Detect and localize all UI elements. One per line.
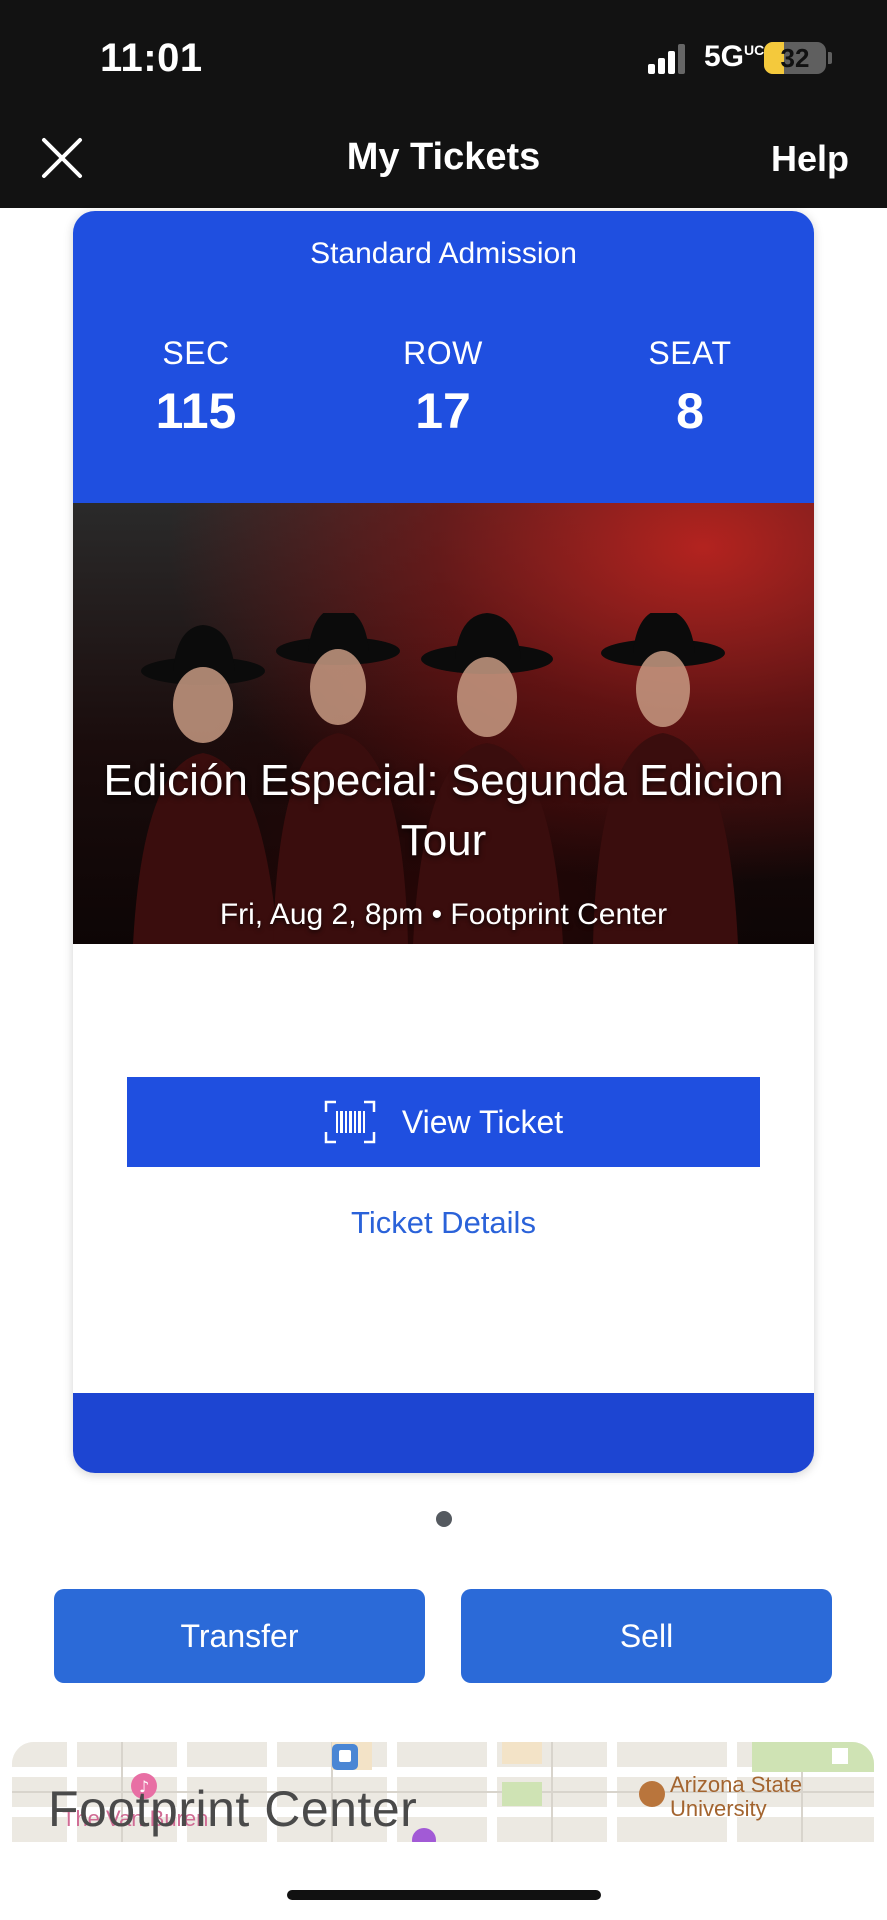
- battery-cap: [828, 52, 832, 64]
- seat-value: 8: [676, 383, 704, 439]
- map-poi-asu-2: University: [670, 1796, 767, 1821]
- event-banner-image: Edición Especial: Segunda Edicion Tour F…: [73, 503, 814, 944]
- sell-label: Sell: [619, 1617, 674, 1654]
- transfer-label: Transfer: [180, 1617, 299, 1654]
- ticket-card: Standard Admission SEC 115 ROW 17 SEAT 8: [73, 211, 814, 1473]
- signal-bars-icon: [648, 44, 685, 74]
- barcode-scan-icon: [324, 1100, 376, 1144]
- nav-bar: My Tickets Help: [0, 110, 887, 208]
- transfer-button[interactable]: Transfer: [54, 1589, 425, 1683]
- help-button[interactable]: Help: [771, 138, 849, 180]
- section-label: SEC: [162, 335, 230, 371]
- map-venue-label: Footprint Center: [48, 1781, 418, 1837]
- home-indicator[interactable]: [287, 1890, 601, 1900]
- row-label: ROW: [403, 335, 483, 371]
- section-value: 115: [155, 383, 237, 439]
- seat-label: SEAT: [648, 335, 732, 371]
- ticket-details-link[interactable]: Ticket Details: [73, 1205, 814, 1241]
- ticket-seat-header: Standard Admission SEC 115 ROW 17 SEAT 8: [73, 211, 814, 503]
- row-block: ROW 17: [343, 335, 543, 440]
- sell-button[interactable]: Sell: [461, 1589, 832, 1683]
- section-block: SEC 115: [96, 335, 296, 440]
- view-ticket-button[interactable]: View Ticket: [127, 1077, 760, 1167]
- row-value: 17: [415, 383, 471, 439]
- page-title: My Tickets: [346, 136, 541, 178]
- map-poi-asu: Arizona State: [670, 1772, 803, 1797]
- admission-type: Standard Admission: [310, 237, 577, 270]
- seat-block: SEAT 8: [590, 335, 790, 440]
- event-title: Edición Especial: Segunda Edicion Tour: [103, 756, 784, 865]
- pagination-dot: [436, 1511, 452, 1527]
- network-indicator: 5GUC: [704, 40, 765, 73]
- battery-icon: 32: [764, 42, 826, 74]
- ticket-card-footer: [73, 1393, 814, 1473]
- view-ticket-label: View Ticket: [401, 1103, 564, 1140]
- battery-percent: 32: [780, 43, 810, 73]
- venue-map[interactable]: ♪ The Van Buren Arizona State University…: [12, 1742, 874, 1842]
- status-time: 11:01: [100, 36, 203, 80]
- event-date-venue: Fri, Aug 2, 8pm • Footprint Center: [219, 898, 668, 931]
- status-bar: 11:01 5GUC 32: [0, 0, 887, 110]
